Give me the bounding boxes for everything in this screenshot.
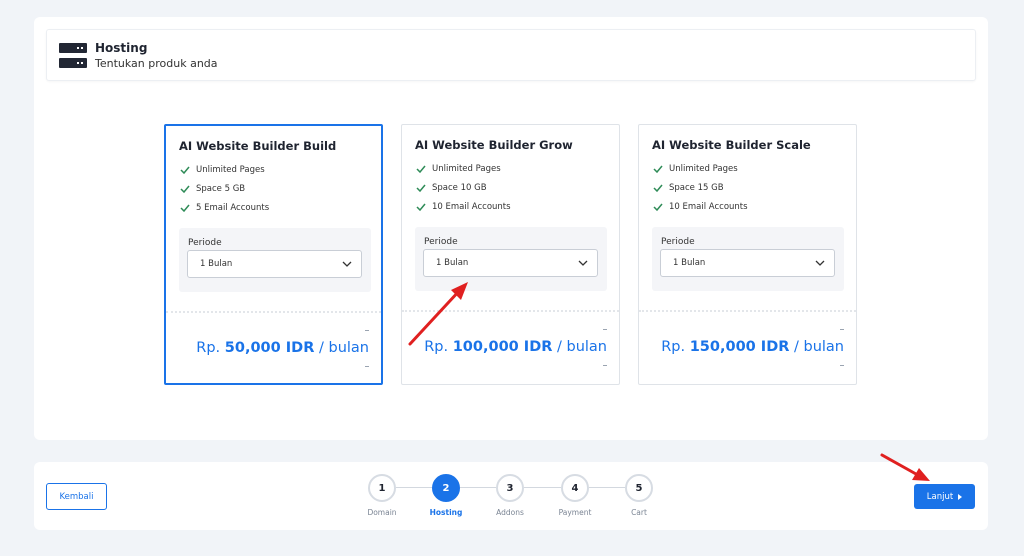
back-button[interactable]: Kembali bbox=[46, 483, 107, 510]
price-prefix: Rp. bbox=[424, 339, 449, 355]
divider bbox=[639, 310, 856, 312]
dash-mark bbox=[840, 365, 844, 366]
feature-item: 5 Email Accounts bbox=[180, 198, 269, 217]
step-connector bbox=[589, 487, 625, 488]
plan-title: AI Website Builder Grow bbox=[415, 138, 573, 152]
feature-label: 5 Email Accounts bbox=[196, 202, 270, 213]
plan-title: AI Website Builder Scale bbox=[652, 138, 811, 152]
next-button[interactable]: Lanjut bbox=[914, 484, 975, 509]
step-label-domain: Domain bbox=[367, 508, 397, 517]
step-hosting[interactable]: 2 bbox=[432, 474, 460, 502]
plan-price: Rp. 100,000 IDR / bulan bbox=[424, 339, 607, 355]
check-icon bbox=[180, 166, 190, 174]
period-label: Periode bbox=[188, 238, 222, 248]
period-select[interactable]: 1 Bulan bbox=[423, 249, 598, 277]
step-label-addons: Addons bbox=[496, 508, 524, 517]
price-suffix: / bulan bbox=[557, 339, 607, 355]
feature-item: Space 10 GB bbox=[416, 178, 511, 197]
period-box: Periode 1 Bulan bbox=[652, 227, 844, 291]
price-suffix: / bulan bbox=[794, 339, 844, 355]
chevron-down-icon bbox=[578, 260, 588, 266]
feature-label: 10 Email Accounts bbox=[669, 201, 748, 212]
price-amount: 50,000 IDR bbox=[224, 340, 315, 356]
feature-list: Unlimited Pages Space 5 GB 5 Email Accou… bbox=[180, 160, 269, 217]
plan-card-build[interactable]: AI Website Builder Build Unlimited Pages… bbox=[164, 124, 383, 385]
check-icon bbox=[653, 203, 663, 211]
step-cart[interactable]: 5 bbox=[625, 474, 653, 502]
period-box: Periode 1 Bulan bbox=[415, 227, 607, 291]
plan-price: Rp. 150,000 IDR / bulan bbox=[661, 339, 844, 355]
feature-item: Unlimited Pages bbox=[180, 160, 269, 179]
feature-label: Space 5 GB bbox=[196, 183, 246, 194]
chevron-down-icon bbox=[815, 260, 825, 266]
caret-right-icon bbox=[958, 493, 963, 500]
feature-list: Unlimited Pages Space 15 GB 10 Email Acc… bbox=[653, 159, 748, 216]
price-suffix: / bulan bbox=[319, 340, 369, 356]
feature-item: Space 15 GB bbox=[653, 178, 748, 197]
period-label: Periode bbox=[424, 237, 458, 247]
period-label: Periode bbox=[661, 237, 695, 247]
price-amount: 100,000 IDR bbox=[452, 339, 553, 355]
divider bbox=[166, 311, 381, 313]
plan-title: AI Website Builder Build bbox=[179, 139, 337, 153]
step-domain[interactable]: 1 bbox=[368, 474, 396, 502]
plan-price: Rp. 50,000 IDR / bulan bbox=[196, 340, 369, 356]
dash-mark bbox=[365, 330, 369, 331]
check-icon bbox=[416, 184, 426, 192]
period-value: 1 Bulan bbox=[673, 258, 706, 268]
dash-mark bbox=[603, 329, 607, 330]
feature-label: Space 15 GB bbox=[669, 182, 724, 193]
step-label-payment: Payment bbox=[558, 508, 592, 517]
check-icon bbox=[416, 203, 426, 211]
section-header: Hosting Tentukan produk anda bbox=[46, 29, 976, 81]
feature-item: Unlimited Pages bbox=[653, 159, 748, 178]
feature-label: Unlimited Pages bbox=[196, 164, 265, 175]
feature-item: 10 Email Accounts bbox=[416, 197, 511, 216]
check-icon bbox=[653, 184, 663, 192]
feature-item: 10 Email Accounts bbox=[653, 197, 748, 216]
step-addons[interactable]: 3 bbox=[496, 474, 524, 502]
period-value: 1 Bulan bbox=[436, 258, 469, 268]
plan-card-scale[interactable]: AI Website Builder Scale Unlimited Pages… bbox=[638, 124, 857, 385]
price-prefix: Rp. bbox=[661, 339, 686, 355]
step-connector bbox=[460, 487, 496, 488]
check-icon bbox=[180, 185, 190, 193]
feature-label: Unlimited Pages bbox=[432, 163, 501, 174]
plan-card-grow[interactable]: AI Website Builder Grow Unlimited Pages … bbox=[401, 124, 620, 385]
period-value: 1 Bulan bbox=[200, 259, 233, 269]
server-icon bbox=[59, 43, 87, 69]
step-connector bbox=[396, 487, 432, 488]
feature-list: Unlimited Pages Space 10 GB 10 Email Acc… bbox=[416, 159, 511, 216]
feature-label: Unlimited Pages bbox=[669, 163, 738, 174]
divider bbox=[402, 310, 619, 312]
step-label-hosting: Hosting bbox=[429, 508, 463, 517]
section-subtitle: Tentukan produk anda bbox=[95, 57, 218, 70]
period-select[interactable]: 1 Bulan bbox=[660, 249, 835, 277]
section-title: Hosting bbox=[95, 41, 148, 55]
period-select[interactable]: 1 Bulan bbox=[187, 250, 362, 278]
price-prefix: Rp. bbox=[196, 340, 221, 356]
check-icon bbox=[416, 165, 426, 173]
step-connector bbox=[524, 487, 561, 488]
step-payment[interactable]: 4 bbox=[561, 474, 589, 502]
step-label-cart: Cart bbox=[631, 508, 647, 517]
feature-label: 10 Email Accounts bbox=[432, 201, 511, 212]
dash-mark bbox=[603, 365, 607, 366]
chevron-down-icon bbox=[342, 261, 352, 267]
feature-item: Unlimited Pages bbox=[416, 159, 511, 178]
dash-mark bbox=[365, 366, 369, 367]
dash-mark bbox=[840, 329, 844, 330]
next-button-label: Lanjut bbox=[926, 491, 954, 502]
feature-item: Space 5 GB bbox=[180, 179, 269, 198]
check-icon bbox=[180, 204, 190, 212]
feature-label: Space 10 GB bbox=[432, 182, 487, 193]
price-amount: 150,000 IDR bbox=[689, 339, 790, 355]
period-box: Periode 1 Bulan bbox=[179, 228, 371, 292]
check-icon bbox=[653, 165, 663, 173]
